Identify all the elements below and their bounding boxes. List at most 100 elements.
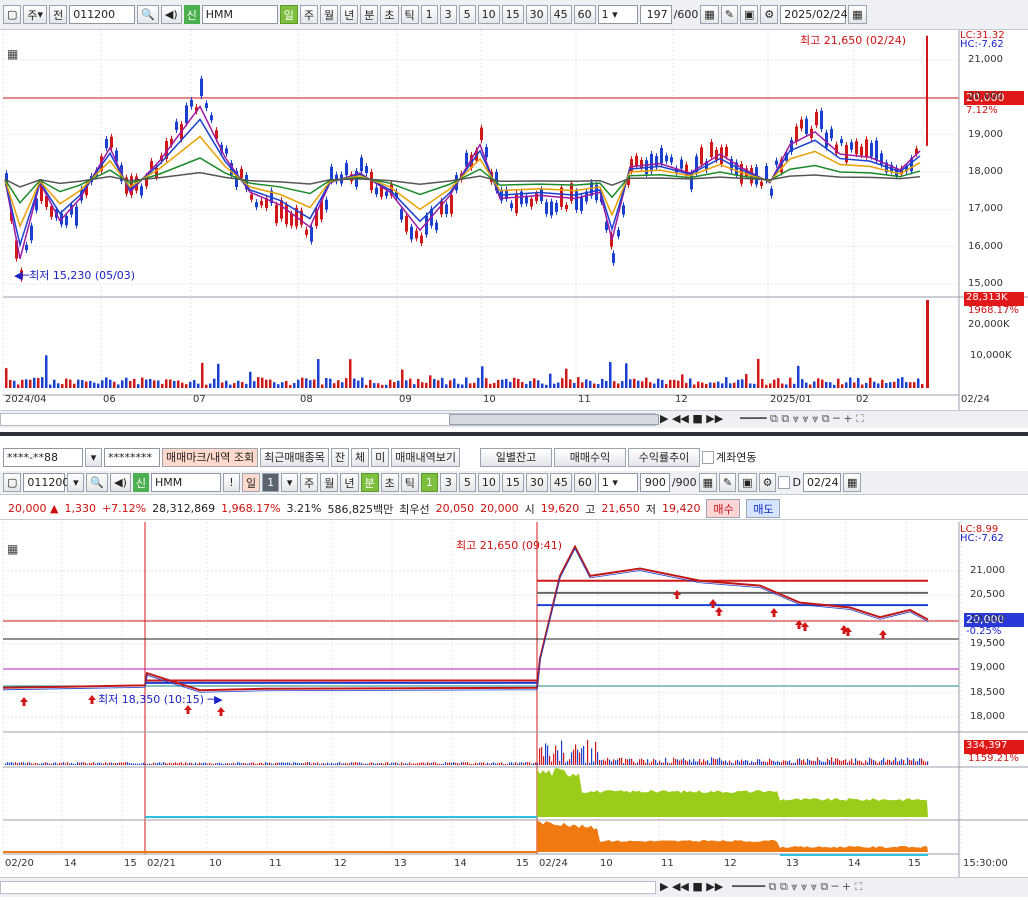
trade-profit-button[interactable]: 매매수익	[554, 447, 627, 467]
balance-button[interactable]: 잔	[330, 447, 350, 467]
count-input[interactable]: 197	[639, 5, 672, 24]
code-dropdown[interactable]: ▾	[67, 473, 85, 492]
stock-code-input-2[interactable]: 011200	[23, 473, 69, 492]
interval-1-2[interactable]: 1	[420, 473, 438, 492]
gear-icon-2[interactable]: ⚙	[758, 473, 777, 492]
buy-button[interactable]: 매수	[706, 499, 741, 518]
interval-30[interactable]: 30	[525, 5, 548, 24]
calendar-icon[interactable]: ▦	[848, 5, 867, 24]
stock-code-input[interactable]: 011200	[69, 5, 136, 24]
stock-name-field-2[interactable]: HMM	[151, 473, 221, 492]
window-icon[interactable]: ▢	[3, 5, 22, 24]
count-input-2[interactable]: 900	[639, 473, 670, 492]
tab-year[interactable]: 년	[340, 5, 359, 24]
account-select[interactable]: ****-**88	[3, 447, 83, 467]
interval-5-2[interactable]: 5	[458, 473, 476, 492]
table-icon-2[interactable]: ▦	[7, 542, 18, 556]
interval-60[interactable]: 60	[573, 5, 596, 24]
d-checkbox[interactable]	[778, 476, 791, 489]
account-dropdown[interactable]: ▾	[85, 447, 102, 467]
sell-button[interactable]: 매도	[746, 499, 781, 518]
period-dropdown[interactable]: 주 ▾	[23, 5, 48, 24]
interval-10-2[interactable]: 10	[477, 473, 500, 492]
table-icon[interactable]: ▦	[7, 47, 18, 61]
tool-icon-2[interactable]: ✎	[718, 473, 737, 492]
date-input[interactable]: 2025/02/24	[780, 5, 848, 24]
gear-icon[interactable]: ⚙	[760, 5, 779, 24]
tab-minute[interactable]: 분	[360, 5, 379, 24]
tab-month-2[interactable]: 월	[320, 473, 339, 492]
tab-tick[interactable]: 틱	[400, 5, 419, 24]
prev-button[interactable]: 전	[49, 5, 68, 24]
trade-mark-button[interactable]: 매매마크/내역 조회	[162, 447, 259, 467]
tab-second-2[interactable]: 초	[380, 473, 399, 492]
interval-30-2[interactable]: 30	[525, 473, 548, 492]
tab-month[interactable]: 월	[320, 5, 339, 24]
unexecuted-button[interactable]: 미	[371, 447, 390, 467]
search-icon-2[interactable]: 🔍	[86, 473, 109, 492]
tab-second[interactable]: 초	[380, 5, 399, 24]
quote-amount: 586,825백만	[327, 502, 394, 516]
account-link-checkbox[interactable]	[702, 450, 715, 464]
window-icon-2[interactable]: ▢	[3, 473, 22, 492]
return-trend-button[interactable]: 수익률추이	[628, 447, 701, 467]
speaker-icon-2[interactable]: ◀)	[110, 473, 131, 492]
tab-year-2[interactable]: 년	[340, 473, 359, 492]
tool-icon[interactable]: ✎	[720, 5, 738, 24]
zoom-tools-2[interactable]: ━━━━━ ⧉ ⧉ ⩔ ⩔ ⩔ ⧉ ─ + ⛶	[732, 880, 862, 894]
interval-15-2[interactable]: 15	[501, 473, 524, 492]
alert-button[interactable]: !	[223, 473, 240, 492]
save-icon[interactable]: ▣	[739, 5, 759, 24]
price-tick-2: 21,000	[970, 565, 1005, 576]
interval-45[interactable]: 45	[549, 5, 572, 24]
grid-icon-2[interactable]: ▦	[698, 473, 717, 492]
interval-select-2[interactable]: 1 ▾	[597, 473, 638, 492]
scroll-right-icon-2[interactable]: ▶ ◀◀ ■ ▶▶	[660, 880, 723, 893]
password-input[interactable]: ********	[104, 447, 160, 467]
recent-stocks-button[interactable]: 최근매매종목	[260, 447, 329, 467]
interval-1[interactable]: 1	[420, 5, 438, 24]
zoom-tools[interactable]: ━━━━ ⧉ ⧉ ⩔ ⩔ ⩔ ⧉ ─ + ⛶	[740, 412, 864, 426]
price-tick: 19,000	[968, 128, 1003, 140]
tab-tick-2[interactable]: 틱	[400, 473, 419, 492]
daily-balance-button[interactable]: 일별잔고	[480, 447, 553, 467]
day-dropdown[interactable]: ▾	[281, 473, 299, 492]
time-tick: 08	[300, 394, 313, 405]
trade-history-button[interactable]: 매매내역보기	[391, 447, 461, 467]
interval-select[interactable]: 1 ▾	[597, 5, 638, 24]
top-scrollbar[interactable]: ▶ ◀◀ ■ ▶▶ ━━━━ ⧉ ⧉ ⩔ ⩔ ⩔ ⧉ ─ + ⛶	[0, 410, 1028, 428]
time-tick-2: 10	[600, 858, 613, 869]
interval-3[interactable]: 3	[439, 5, 457, 24]
time-tick: 10	[483, 394, 496, 405]
executed-button[interactable]: 체	[351, 447, 370, 467]
interval-60-2[interactable]: 60	[573, 473, 596, 492]
interval-15[interactable]: 15	[501, 5, 524, 24]
day-count[interactable]: 1	[262, 473, 280, 492]
interval-45-2[interactable]: 45	[549, 473, 572, 492]
bottom-scrollbar[interactable]: ▶ ◀◀ ■ ▶▶ ━━━━━ ⧉ ⧉ ⩔ ⩔ ⩔ ⧉ ─ + ⛶	[0, 877, 1028, 897]
d-label: D	[792, 476, 801, 489]
interval-10[interactable]: 10	[477, 5, 500, 24]
stock-name-field[interactable]: HMM	[201, 5, 278, 24]
save-icon-2[interactable]: ▣	[738, 473, 757, 492]
interval-3-2[interactable]: 3	[439, 473, 457, 492]
scroll-right-icon[interactable]: ▶ ◀◀ ■ ▶▶	[660, 412, 723, 425]
annot-low: ◀─최저 15,230 (05/03)	[14, 269, 136, 282]
interval-5[interactable]: 5	[458, 5, 476, 24]
top-price-chart[interactable]	[0, 30, 1028, 428]
bottom-minute-chart[interactable]	[0, 522, 1028, 897]
tab-minute-2[interactable]: 분	[360, 473, 379, 492]
date-input-2[interactable]: 02/24	[802, 473, 841, 492]
tab-day-2[interactable]: 일	[242, 473, 261, 492]
grid-icon[interactable]: ▦	[700, 5, 719, 24]
price-tick: 15,000	[968, 278, 1003, 289]
speaker-icon[interactable]: ◀)	[160, 5, 182, 24]
time-tick: 2024/04	[5, 394, 47, 405]
search-icon[interactable]: 🔍	[137, 5, 159, 24]
tab-week[interactable]: 주	[299, 5, 319, 24]
account-bar: ****-**88 ▾ ******** 매매마크/내역 조회 최근매매종목 잔…	[0, 446, 1028, 468]
tab-day[interactable]: 일	[279, 5, 298, 24]
annot-high-2: 최고 21,650 (09:41)	[456, 539, 563, 552]
tab-week-2[interactable]: 주	[300, 473, 319, 492]
calendar-icon-2[interactable]: ▦	[842, 473, 862, 492]
